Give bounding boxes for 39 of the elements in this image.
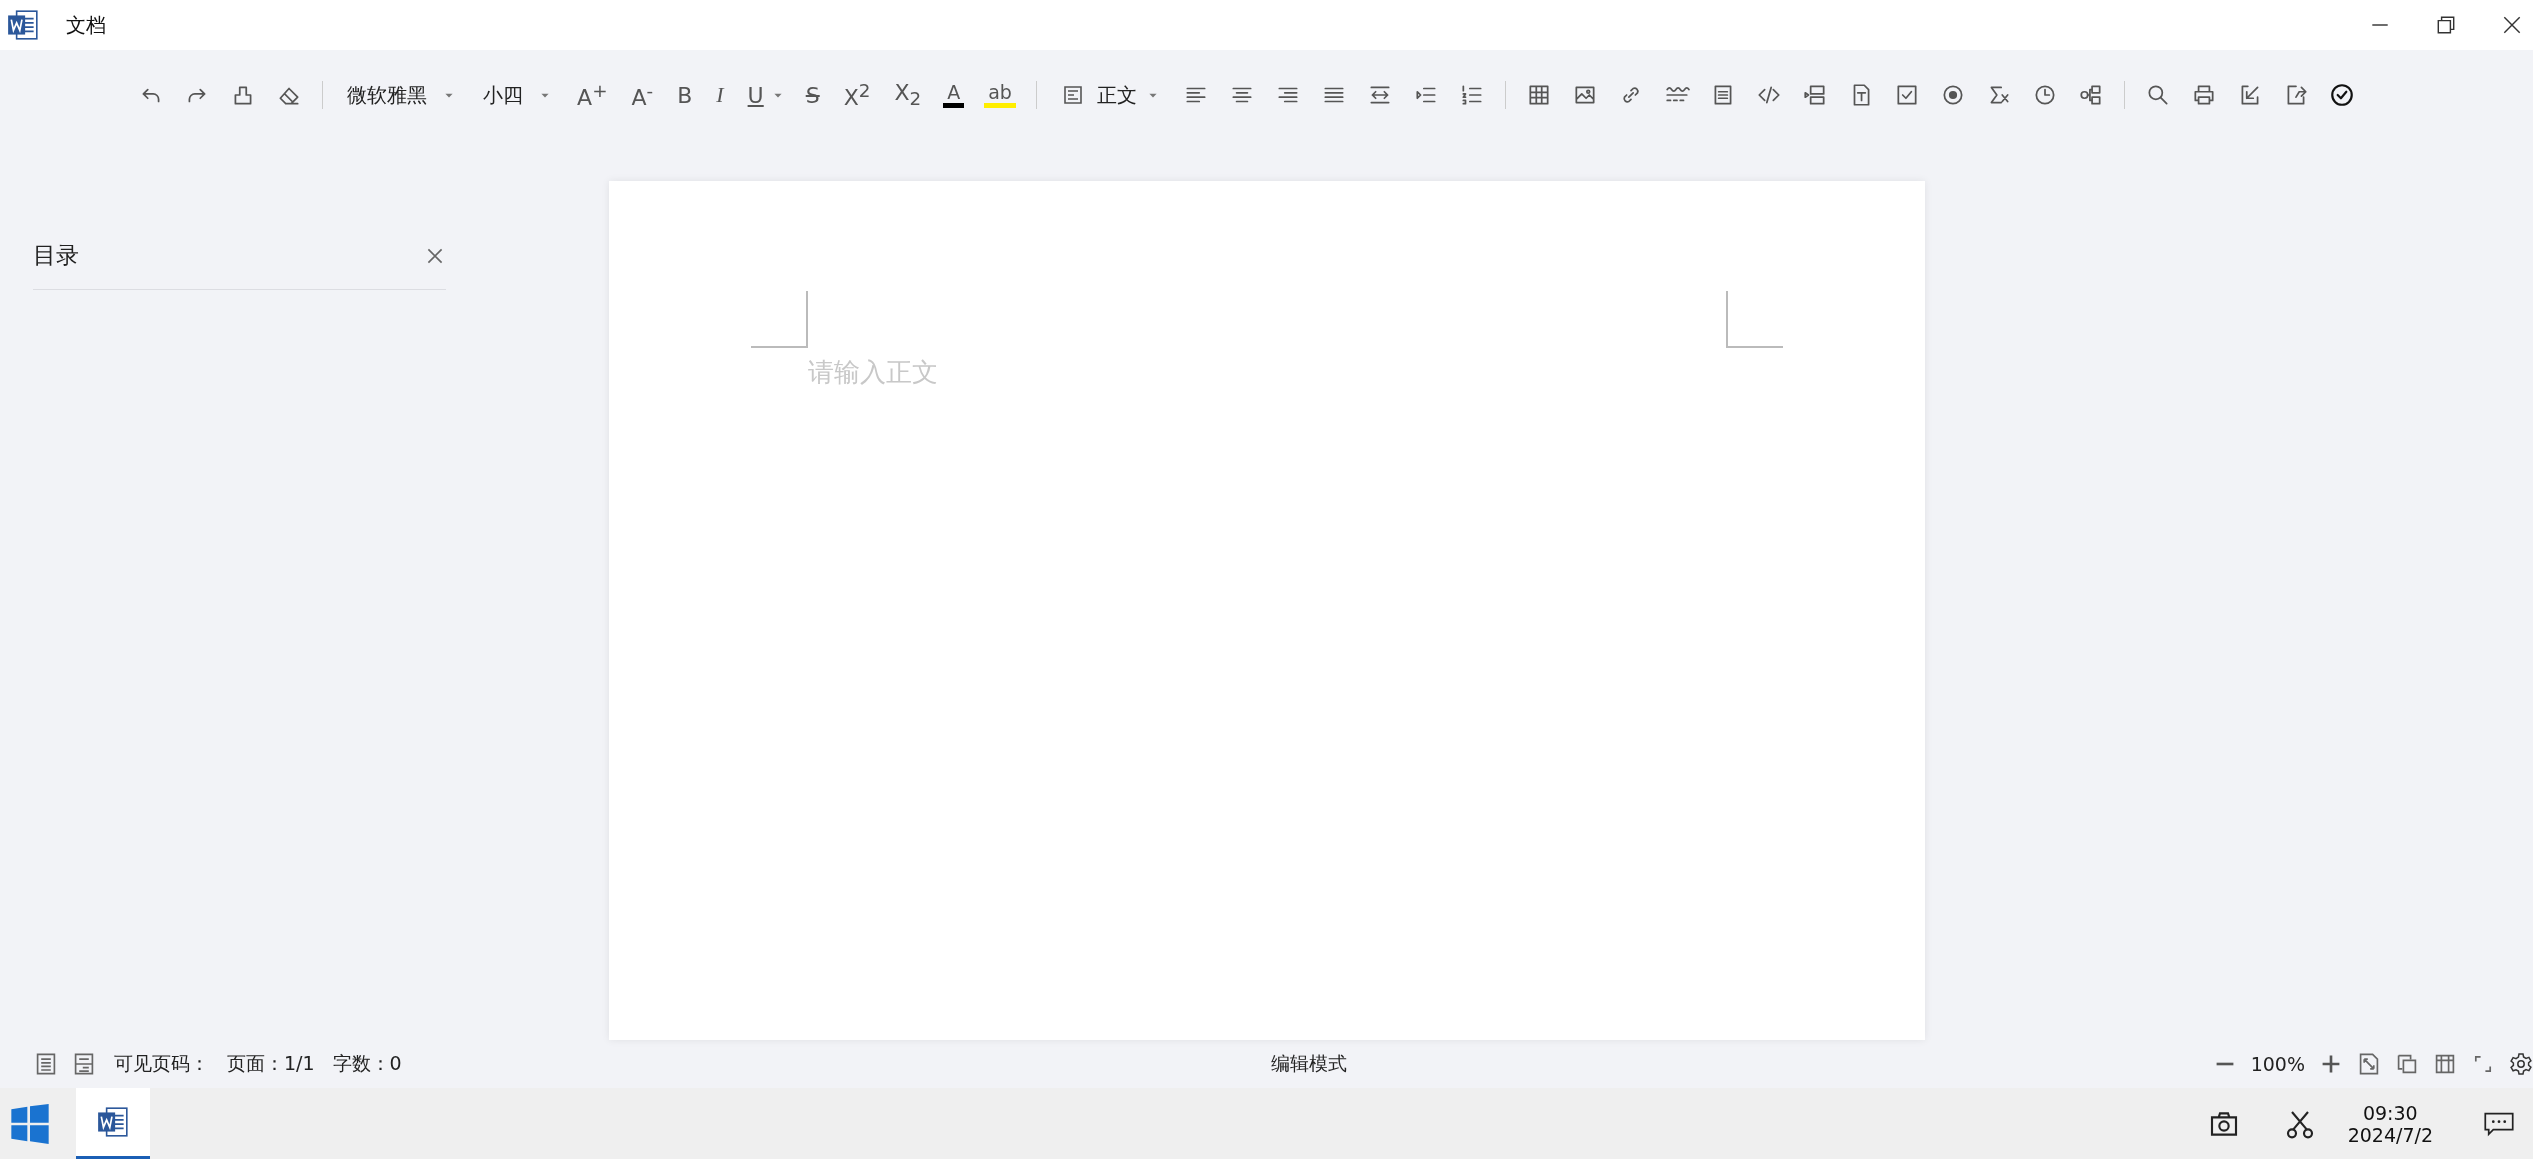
mode-label: 编辑模式 (1271, 1051, 1348, 1076)
font-select[interactable]: 微软雅黑 (343, 81, 460, 109)
block-icon[interactable] (1801, 82, 1828, 108)
grid-icon[interactable] (2433, 1052, 2457, 1076)
window-title: 文档 (66, 11, 106, 39)
format-button[interactable]: A$^{-}$ (629, 79, 656, 111)
format-button[interactable]: X$_{2}$ (892, 80, 924, 110)
page-list-icon[interactable] (34, 1052, 58, 1076)
zoom-level: 100% (2250, 1053, 2305, 1075)
color-button[interactable]: A (943, 82, 965, 108)
restore-icon[interactable] (2435, 14, 2457, 36)
page-layout-icon[interactable] (72, 1052, 96, 1076)
color-button[interactable]: ab (984, 82, 1016, 108)
fit-page-icon[interactable] (2357, 1052, 2381, 1076)
margin-corner-mark (750, 291, 809, 349)
clock-time: 09:30 (2362, 1101, 2418, 1124)
format-button[interactable]: U (745, 82, 766, 108)
word-logo-icon (6, 8, 40, 42)
start-icon[interactable] (10, 1103, 50, 1144)
format-button[interactable]: S (803, 82, 822, 108)
visible-pages-label: 可见页码： (114, 1051, 209, 1076)
size-select[interactable]: 小四 (479, 81, 556, 109)
check-circle-icon[interactable] (2328, 82, 2355, 108)
settings-icon[interactable] (2509, 1052, 2533, 1076)
margin-corner-mark (1724, 291, 1783, 349)
clock-date: 2024/7/2 (2347, 1123, 2433, 1146)
outline-title: 目录 (33, 241, 79, 270)
nodes-icon[interactable] (2077, 82, 2104, 108)
taskbar-app[interactable] (76, 1088, 150, 1159)
word-logo-icon (96, 1105, 130, 1139)
pages-icon[interactable] (2395, 1052, 2419, 1076)
close-icon[interactable] (2501, 14, 2523, 36)
style-select[interactable]: 正文 (1056, 81, 1163, 109)
word-count: 字数：0 (332, 1051, 402, 1076)
format-button[interactable]: A$^{+}$ (575, 79, 610, 111)
format-button[interactable]: I (714, 82, 726, 108)
format-button[interactable]: X$^{2}$ (841, 79, 873, 111)
format-button[interactable]: B (675, 82, 695, 108)
page-count: 页面：1/1 (227, 1051, 315, 1076)
